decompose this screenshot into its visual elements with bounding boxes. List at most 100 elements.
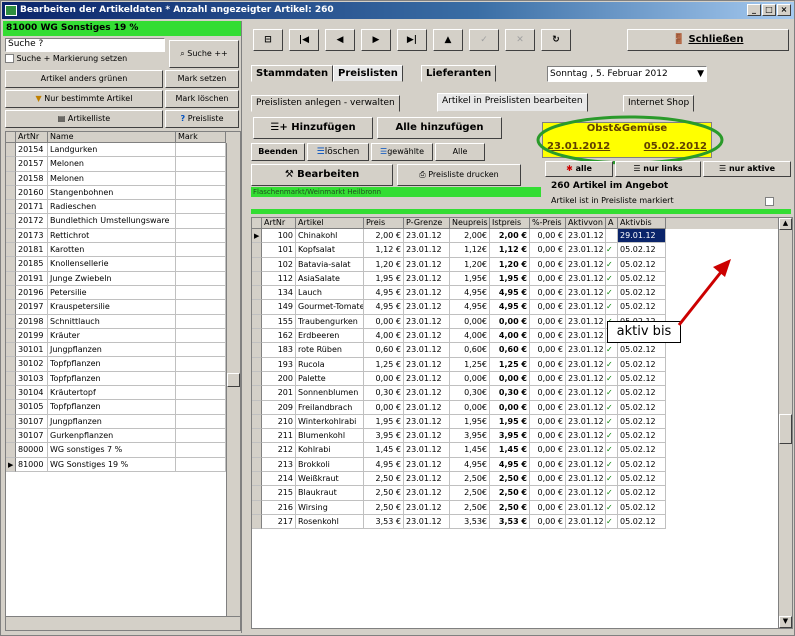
- col-a-header[interactable]: A: [606, 218, 618, 229]
- list-item[interactable]: 30103 Topfpflanzen: [6, 371, 240, 387]
- col-istpreis-header[interactable]: Istpreis: [490, 218, 530, 229]
- table-row[interactable]: 214 Weißkraut 2,50 €23.01.12 2,50€ 2,50 €0,0…: [252, 472, 792, 487]
- edit-button[interactable]: ⚒ Bearbeiten: [251, 164, 393, 186]
- table-scroll-thumb[interactable]: [779, 414, 792, 444]
- list-item[interactable]: 30107 Gurkenpflanzen: [6, 428, 240, 444]
- prev-record-icon[interactable]: ◀: [325, 29, 355, 51]
- table-row[interactable]: 217 Rosenkohl 3,53 €23.01.12 3,53€ 3,53 €0,0…: [252, 514, 792, 530]
- subtab-anlegen[interactable]: Preislisten anlegen - verwalten: [251, 95, 400, 112]
- maximize-button[interactable]: □: [762, 4, 776, 16]
- col-neupreis-header[interactable]: Neupreis: [450, 218, 490, 229]
- table-row[interactable]: 215 Blaukraut 2,50 €23.01.12 2,50€ 2,50 €0,0…: [252, 486, 792, 501]
- insert-record-icon[interactable]: ▲: [433, 29, 463, 51]
- list-item[interactable]: 20173 Rettichrot: [6, 228, 240, 244]
- list-item[interactable]: 20191 Junge Zwiebeln: [6, 271, 240, 286]
- green-articles-button[interactable]: Artikel anders grünen: [5, 70, 163, 88]
- list-item[interactable]: 30104 Kräutertopf: [6, 386, 240, 401]
- table-row[interactable]: ▶ 100 Chinakohl 2,00 €23.01.12 2,00€ 2,00 €0,…: [252, 229, 792, 244]
- tab-lieferanten[interactable]: Lieferanten: [421, 65, 497, 82]
- marked-checkbox[interactable]: [765, 197, 774, 206]
- table-row[interactable]: 212 Kohlrabi 1,45 €23.01.12 1,45€ 1,45 €0,00…: [252, 443, 792, 458]
- tab-preislisten[interactable]: Preislisten: [333, 65, 403, 82]
- first-record-icon[interactable]: |◀: [289, 29, 319, 51]
- last-record-icon[interactable]: ▶|: [397, 29, 427, 51]
- selected-button[interactable]: ☰gewählte: [371, 143, 433, 161]
- list-item[interactable]: 80000 WG sonstiges 7 %: [6, 443, 240, 458]
- cancel-record-icon[interactable]: ✕: [505, 29, 535, 51]
- print-pricelist-button[interactable]: ⎙ Preisliste drucken: [397, 164, 521, 186]
- scroll-up-icon[interactable]: ▲: [779, 218, 792, 230]
- table-scrollbar[interactable]: ▲ ▼: [778, 218, 792, 628]
- table-row[interactable]: 210 Winterkohlrabi 1,95 €23.01.12 1,95€ 1,95…: [252, 414, 792, 430]
- list-item[interactable]: 30102 Topfpflanzen: [6, 357, 240, 372]
- table-row[interactable]: 201 Sonnenblumen 0,30 €23.01.12 0,30€ 0,30 €…: [252, 386, 792, 401]
- table-row[interactable]: 213 Brokkoli 4,95 €23.01.12 4,95€ 4,95 €0,00…: [252, 457, 792, 473]
- list-item[interactable]: 20157 Melonen: [6, 157, 240, 172]
- list-item[interactable]: 20171 Radieschen: [6, 200, 240, 215]
- delete-button[interactable]: ☰löschen: [307, 143, 369, 161]
- next-record-icon[interactable]: ▶: [361, 29, 391, 51]
- list-item[interactable]: 20185 Knollensellerie: [6, 257, 240, 272]
- table-row[interactable]: 183 rote Rüben 0,60 €23.01.12 0,60€ 0,60 €0,…: [252, 343, 792, 358]
- add-button[interactable]: ☰+ Hinzufügen: [253, 117, 373, 139]
- col-aktivbis-header[interactable]: Aktivbis: [618, 218, 666, 229]
- table-row[interactable]: 216 Wirsing 2,50 €23.01.12 2,50€ 2,50 €0,00 …: [252, 500, 792, 515]
- table-row[interactable]: 200 Palette 0,00 €23.01.12 0,00€ 0,00 €0,00 …: [252, 371, 792, 387]
- search-plus-button[interactable]: ⌕ Suche ++: [169, 40, 239, 68]
- beenden-button[interactable]: Beenden: [251, 143, 305, 161]
- search-mark-checkbox[interactable]: [5, 54, 14, 63]
- article-list-button[interactable]: ▤ Artikelliste: [5, 110, 163, 128]
- set-mark-button[interactable]: Mark setzen: [165, 70, 239, 88]
- list-item[interactable]: 30101 Jungpflanzen: [6, 343, 240, 358]
- list-item[interactable]: 20154 Landgurken: [6, 143, 240, 158]
- list-scrollbar[interactable]: [226, 143, 240, 618]
- aktivbis-editing-cell[interactable]: 29.01.12: [618, 229, 666, 244]
- col-artikel-header[interactable]: Artikel: [296, 218, 364, 229]
- close-button[interactable]: 🚪 Schließen: [627, 29, 789, 51]
- search-input[interactable]: Suche ?: [5, 38, 165, 52]
- search-mark-checkbox-row[interactable]: Suche + Markierung setzen: [5, 54, 127, 63]
- col-aktivvon-header[interactable]: Aktivvon: [566, 218, 606, 229]
- col-preis-header[interactable]: Preis: [364, 218, 404, 229]
- col-mark[interactable]: Mark: [176, 132, 226, 143]
- refresh-icon[interactable]: ↻: [541, 29, 571, 51]
- col-artnr[interactable]: ArtNr: [16, 132, 48, 143]
- list-item[interactable]: ▶ 81000 WG Sonstiges 19 %: [6, 457, 240, 472]
- list-item[interactable]: 30105 Topfpflanzen: [6, 400, 240, 415]
- table-row[interactable]: 193 Rucola 1,25 €23.01.12 1,25€ 1,25 €0,00 €…: [252, 357, 792, 372]
- close-window-button[interactable]: ×: [777, 4, 791, 16]
- all-button[interactable]: Alle: [435, 143, 485, 161]
- list-item[interactable]: 20197 Krauspetersilie: [6, 300, 240, 315]
- col-name[interactable]: Name: [48, 132, 176, 143]
- col-pgrenze-header[interactable]: P-Grenze: [404, 218, 450, 229]
- list-item[interactable]: 20160 Stangenbohnen: [6, 185, 240, 201]
- add-all-button[interactable]: Alle hinzufügen: [377, 117, 502, 139]
- date-picker[interactable]: Sonntag , 5. Februar 2012 ▼: [547, 66, 707, 82]
- subtab-bearbeiten[interactable]: Artikel in Preislisten bearbeiten: [437, 93, 588, 112]
- grid-icon[interactable]: ⊟: [253, 29, 283, 51]
- list-item[interactable]: 20158 Melonen: [6, 171, 240, 186]
- minimize-button[interactable]: _: [747, 4, 761, 16]
- delete-mark-button[interactable]: Mark löschen: [165, 90, 239, 108]
- tab-stammdaten[interactable]: Stammdaten: [251, 65, 334, 82]
- list-item[interactable]: 30107 Jungpflanzen: [6, 414, 240, 429]
- list-hscrollbar[interactable]: [6, 616, 240, 630]
- table-row[interactable]: 211 Blumenkohl 3,95 €23.01.12 3,95€ 3,95 €0,…: [252, 429, 792, 444]
- scroll-thumb[interactable]: [227, 373, 240, 387]
- list-item[interactable]: 20172 Bundlethich Umstellungsware: [6, 214, 240, 229]
- col-artnr-header[interactable]: ArtNr: [262, 218, 296, 229]
- only-active-button[interactable]: ☰ nur aktive: [703, 161, 791, 177]
- table-row[interactable]: 209 Freilandbrach 0,00 €23.01.12 0,00€ 0,00 …: [252, 400, 792, 415]
- only-left-button[interactable]: ☰ nur links: [615, 161, 701, 177]
- list-item[interactable]: 20198 Schnittlauch: [6, 314, 240, 329]
- subtab-shop[interactable]: Internet Shop: [623, 95, 695, 112]
- post-record-icon[interactable]: ✓: [469, 29, 499, 51]
- filter-button[interactable]: ▼ Nur bestimmte Artikel: [5, 90, 163, 108]
- article-list-grid[interactable]: ArtNr Name Mark 20154 Landgurken 20157 Melo…: [5, 131, 241, 631]
- table-row[interactable]: 162 Erdbeeren 4,00 €23.01.12 4,00€ 4,00 €0,0…: [252, 329, 792, 344]
- pricelist-button[interactable]: ? Preisliste: [165, 110, 239, 128]
- list-item[interactable]: 20199 Kräuter: [6, 328, 240, 344]
- scroll-down-icon[interactable]: ▼: [779, 616, 792, 628]
- col-preis-header[interactable]: %-Preis: [530, 218, 566, 229]
- list-item[interactable]: 20181 Karotten: [6, 243, 240, 258]
